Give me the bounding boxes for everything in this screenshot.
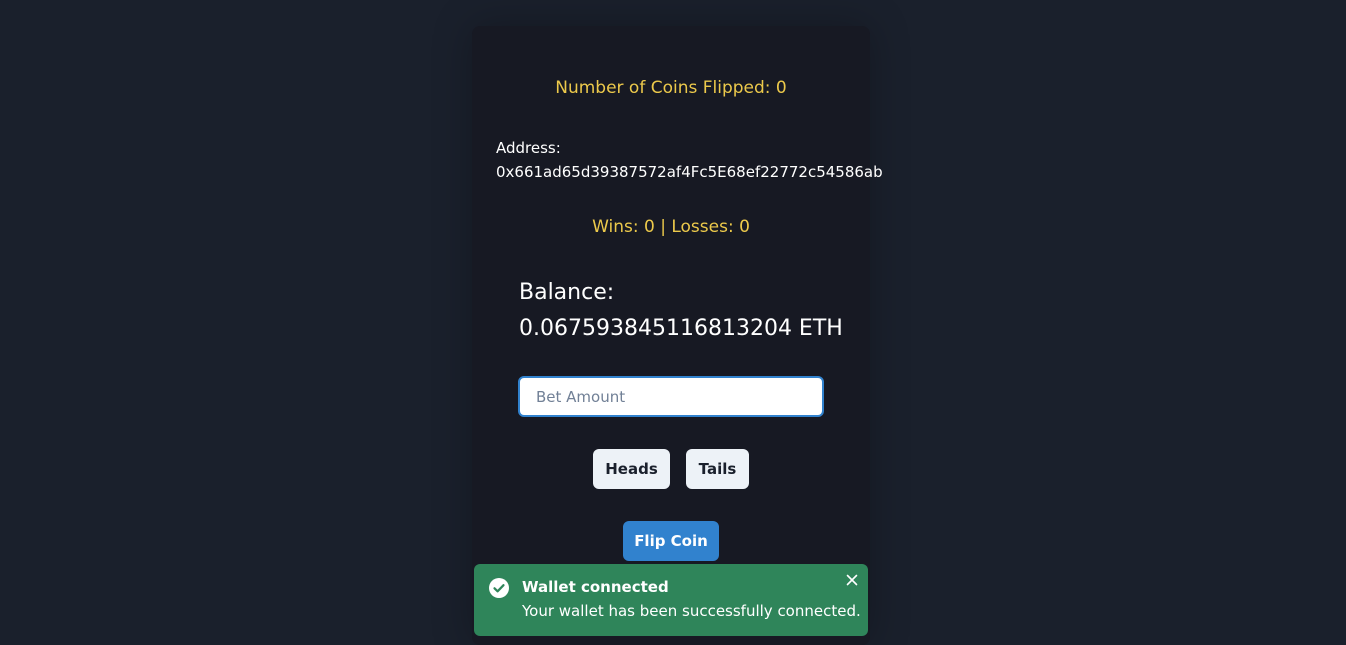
balance-label: Balance: [519, 280, 615, 305]
tails-button[interactable]: Tails [686, 449, 749, 489]
wallet-connected-toast: Wallet connected Your wallet has been su… [474, 564, 868, 636]
coins-flipped-counter: Number of Coins Flipped: 0 [555, 78, 787, 98]
coin-flip-card: Number of Coins Flipped: 0 Address: 0x66… [472, 26, 883, 645]
toast-title: Wallet connected [522, 578, 669, 596]
check-circle-icon [489, 578, 509, 598]
flip-coin-button[interactable]: Flip Coin [623, 521, 719, 561]
wallet-address: Address: 0x661ad65d39387572af4Fc5E68ef22… [496, 136, 883, 184]
heads-button[interactable]: Heads [593, 449, 670, 489]
toast-description: Your wallet has been successfully connec… [522, 602, 861, 620]
address-value: 0x661ad65d39387572af4Fc5E68ef22772c54586… [496, 163, 883, 181]
bet-amount-input[interactable] [518, 376, 824, 417]
wallet-balance: Balance: 0.067593845116813204 ETH [519, 275, 859, 347]
balance-value: 0.067593845116813204 ETH [519, 316, 843, 341]
close-icon[interactable] [844, 572, 860, 588]
wins-losses-counter: Wins: 0 | Losses: 0 [592, 217, 750, 237]
address-label: Address: [496, 139, 561, 157]
